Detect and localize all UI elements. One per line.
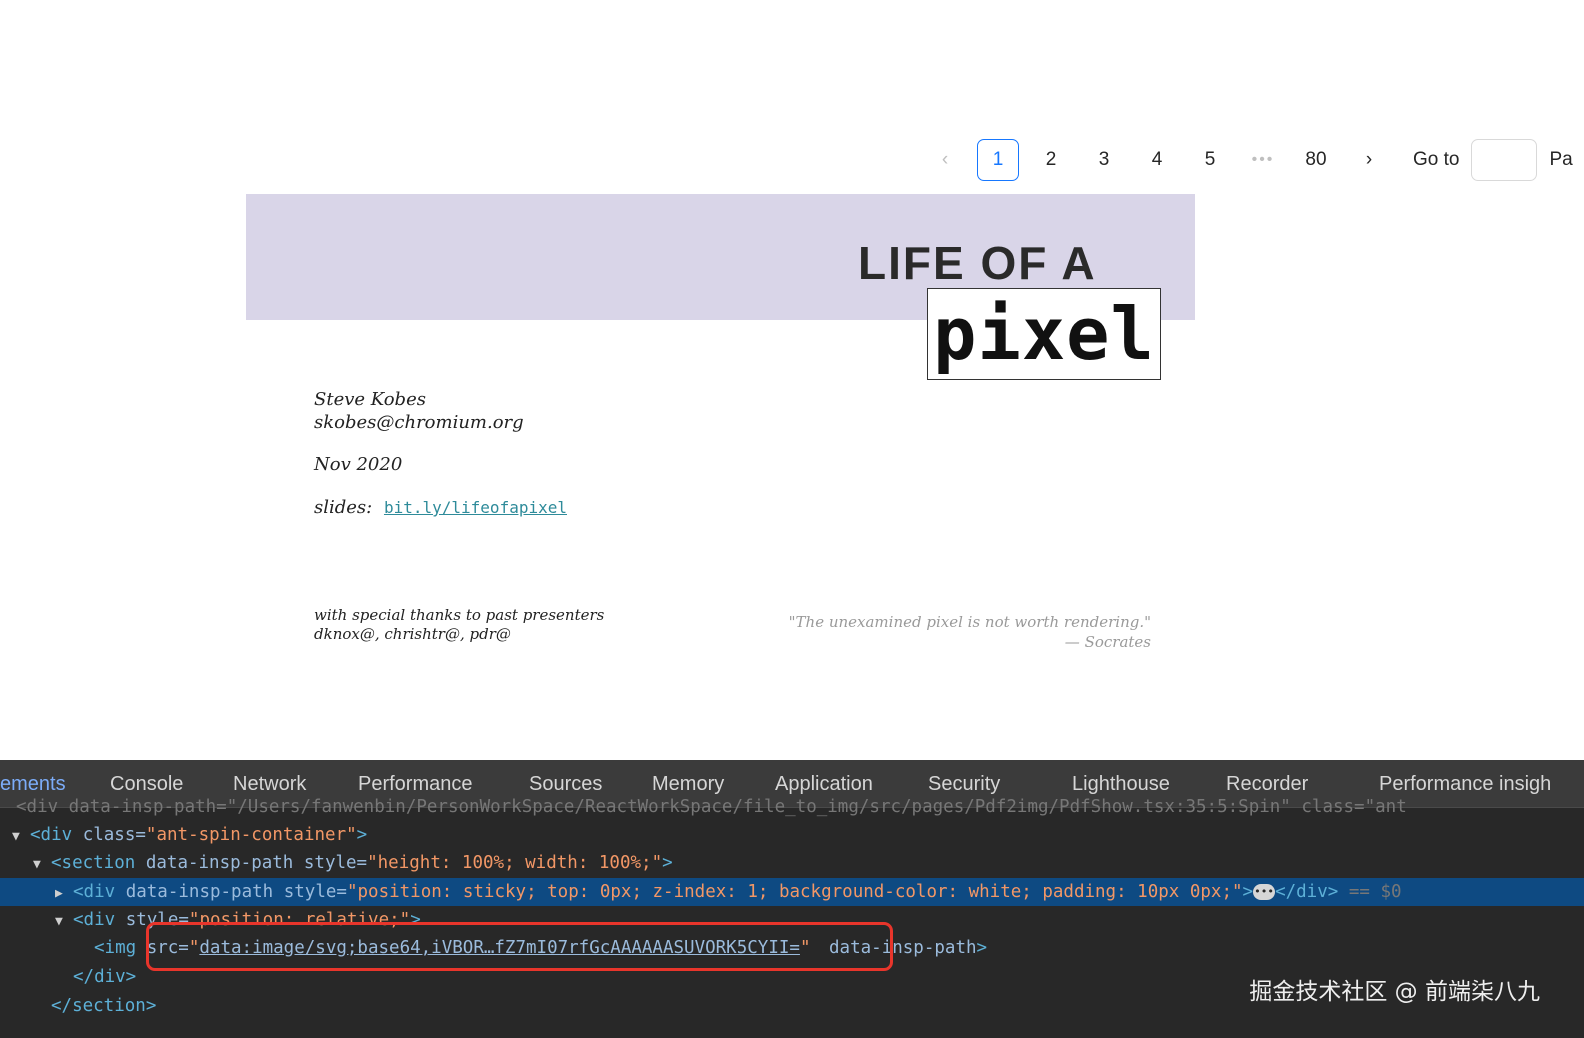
quote-attribution: — Socrates [1064, 633, 1151, 651]
quick-jumper: Go to Pa [1413, 139, 1573, 181]
page-4-button[interactable]: 4 [1136, 139, 1178, 181]
slides-line: slides: bit.ly/lifeofapixel [314, 497, 567, 518]
collapse-triangle-icon[interactable]: ▶ [55, 880, 73, 908]
page-2-button[interactable]: 2 [1030, 139, 1072, 181]
author-email: skobes@chromium.org [314, 412, 524, 433]
expand-triangle-icon[interactable]: ▼ [55, 908, 73, 936]
pixel-logo-box: pixel [927, 288, 1161, 380]
dom-node-section[interactable]: ▼ <section data-insp-path style="height: … [0, 849, 1584, 877]
expand-triangle-icon[interactable]: ▼ [12, 823, 30, 851]
jump-next-ellipsis[interactable]: ••• [1242, 139, 1284, 181]
goto-label: Go to [1413, 149, 1460, 170]
goto-suffix: Pa [1549, 149, 1573, 170]
slide-title: LIFE OF A [858, 237, 1097, 289]
next-page-icon[interactable]: › [1348, 139, 1390, 181]
author-block: Steve Kobes skobes@chromium.org [314, 388, 524, 434]
author-name: Steve Kobes [314, 389, 426, 410]
pagination: ‹ 1 2 3 4 5 ••• 80 › Go to Pa [924, 139, 1573, 181]
thanks-block: with special thanks to past presenters d… [314, 606, 604, 644]
red-highlight-annotation [146, 922, 893, 971]
page-5-button[interactable]: 5 [1189, 139, 1231, 181]
slides-link[interactable]: bit.ly/lifeofapixel [384, 498, 567, 517]
dom-node-partial[interactable]: <div data-insp-path="/Users/fanwenbin/Pe… [16, 793, 1584, 821]
page-3-button[interactable]: 3 [1083, 139, 1125, 181]
thanks-line-2: dknox@, chrishtr@, pdr@ [314, 625, 511, 643]
page-1-button[interactable]: 1 [977, 139, 1019, 181]
ellipsis-icon[interactable]: ••• [1253, 884, 1276, 900]
thanks-line-1: with special thanks to past presenters [314, 606, 605, 624]
watermark: 掘金技术社区 @ 前端柒八九 [1249, 979, 1540, 1005]
slide-title-pixel: pixel [933, 292, 1155, 376]
expand-triangle-icon[interactable]: ▼ [33, 851, 51, 879]
prev-page-icon[interactable]: ‹ [924, 139, 966, 181]
goto-page-input[interactable] [1471, 139, 1538, 181]
dom-node-spin-container[interactable]: ▼ <div class="ant-spin-container"> [0, 821, 1584, 849]
dom-node-sticky-div-selected[interactable]: ▶ <div data-insp-path style="position: st… [0, 878, 1584, 906]
quote-block: "The unexamined pixel is not worth rende… [789, 612, 1151, 652]
slides-label: slides: [314, 497, 373, 518]
last-page-button[interactable]: 80 [1295, 139, 1337, 181]
presentation-date: Nov 2020 [314, 454, 403, 475]
quote-text: "The unexamined pixel is not worth rende… [788, 613, 1151, 631]
